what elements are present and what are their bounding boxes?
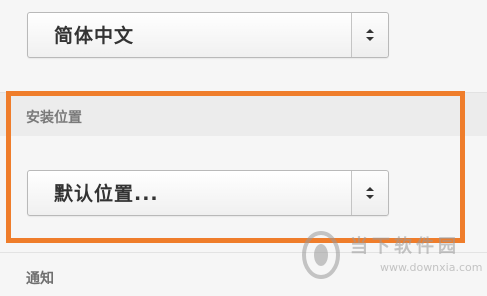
downxia-logo-icon (302, 231, 340, 279)
language-select-value: 简体中文 (54, 25, 135, 47)
notifications-label: 通知 (26, 271, 54, 287)
watermark-url: www.downxia.com (380, 261, 483, 274)
watermark-title: 当下软件园 (350, 236, 460, 257)
highlight-box (6, 91, 465, 243)
settings-panel: 简体中文 安装位置 默认位置... 通知 当下软件园 www.downxia.c… (0, 0, 487, 296)
language-select[interactable]: 简体中文 (27, 12, 389, 58)
watermark: 当下软件园 www.downxia.com (298, 226, 482, 286)
updown-chevron-icon (366, 29, 374, 41)
language-select-arrow[interactable] (351, 13, 388, 57)
